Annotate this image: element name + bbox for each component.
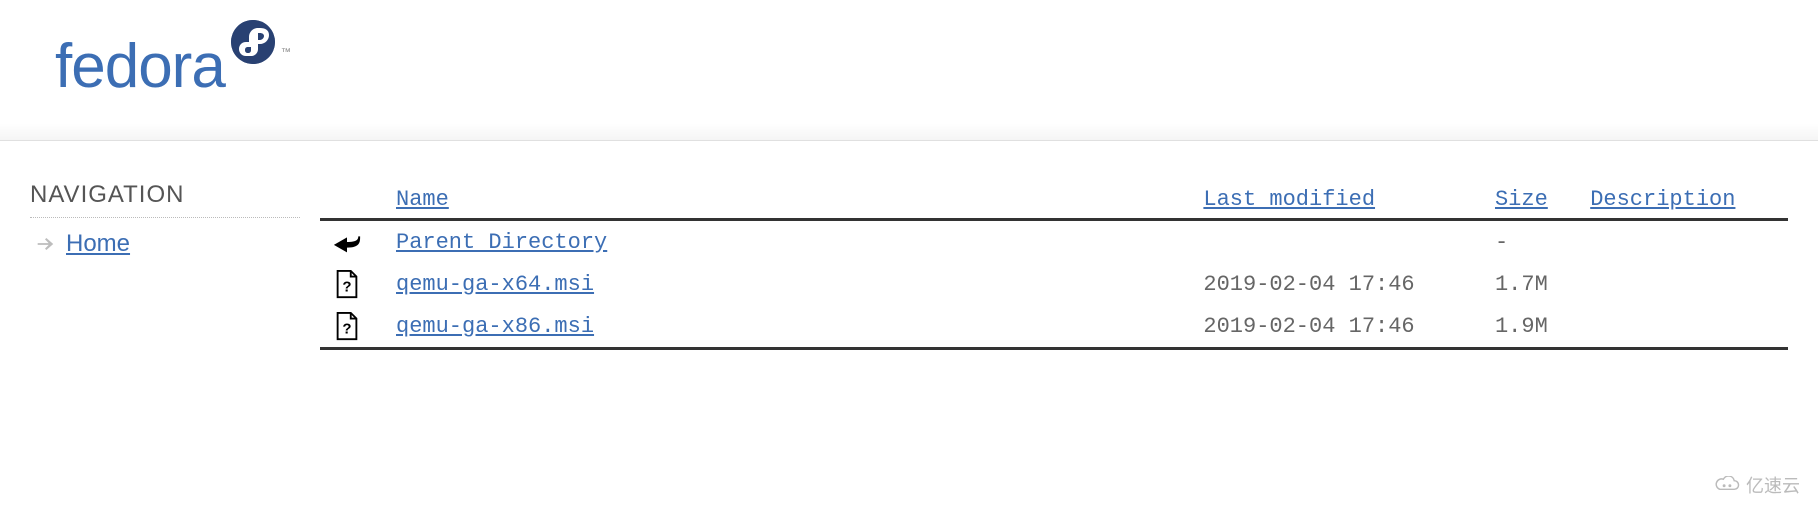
col-last-modified[interactable]: Last modified xyxy=(1191,181,1483,220)
header-row: Name Last modified Size Description xyxy=(320,181,1788,220)
fedora-bubble-icon xyxy=(231,20,275,64)
unknown-file-icon: ? xyxy=(332,269,372,299)
file-description xyxy=(1578,305,1788,347)
file-modified: 2019-02-04 17:46 xyxy=(1191,263,1483,305)
file-size: 1.9M xyxy=(1483,305,1578,347)
parent-modified xyxy=(1191,220,1483,264)
file-row[interactable]: ? qemu-ga-x64.msi 2019-02-04 17:46 1.7M xyxy=(320,263,1788,305)
parent-description xyxy=(1578,220,1788,264)
col-description[interactable]: Description xyxy=(1578,181,1788,220)
fedora-logo: fedora ™ xyxy=(55,20,1818,98)
header: fedora ™ xyxy=(0,0,1818,141)
watermark: 亿速云 xyxy=(1714,472,1800,498)
file-size: 1.7M xyxy=(1483,263,1578,305)
parent-directory-link[interactable]: Parent Directory xyxy=(396,230,607,255)
unknown-file-icon: ? xyxy=(332,311,372,341)
trademark-symbol: ™ xyxy=(281,47,291,58)
file-modified: 2019-02-04 17:46 xyxy=(1191,305,1483,347)
sort-size[interactable]: Size xyxy=(1495,187,1548,212)
file-row[interactable]: ? qemu-ga-x86.msi 2019-02-04 17:46 1.9M xyxy=(320,305,1788,347)
file-link[interactable]: qemu-ga-x86.msi xyxy=(396,314,594,339)
sort-name[interactable]: Name xyxy=(396,187,449,212)
sidebar: NAVIGATION Home xyxy=(0,181,320,350)
fedora-wordmark: fedora xyxy=(55,36,225,98)
home-link[interactable]: Home xyxy=(66,230,130,258)
watermark-text: 亿速云 xyxy=(1746,472,1800,498)
svg-text:?: ? xyxy=(342,321,351,338)
col-name[interactable]: Name xyxy=(384,181,1191,220)
parent-size: - xyxy=(1483,220,1578,264)
cloud-icon xyxy=(1714,476,1740,494)
sort-last-modified[interactable]: Last modified xyxy=(1203,187,1375,212)
sidebar-item-home[interactable]: Home xyxy=(30,230,320,258)
sidebar-title: NAVIGATION xyxy=(30,181,300,218)
file-link[interactable]: qemu-ga-x64.msi xyxy=(396,272,594,297)
listing-table: Name Last modified Size Description xyxy=(320,181,1788,350)
parent-directory-row[interactable]: Parent Directory - xyxy=(320,220,1788,264)
sort-description[interactable]: Description xyxy=(1590,187,1735,212)
file-description xyxy=(1578,263,1788,305)
arrow-right-icon xyxy=(34,233,56,255)
svg-text:?: ? xyxy=(342,279,351,296)
col-size[interactable]: Size xyxy=(1483,181,1578,220)
back-arrow-icon xyxy=(332,227,372,257)
directory-listing: Name Last modified Size Description xyxy=(320,181,1818,350)
